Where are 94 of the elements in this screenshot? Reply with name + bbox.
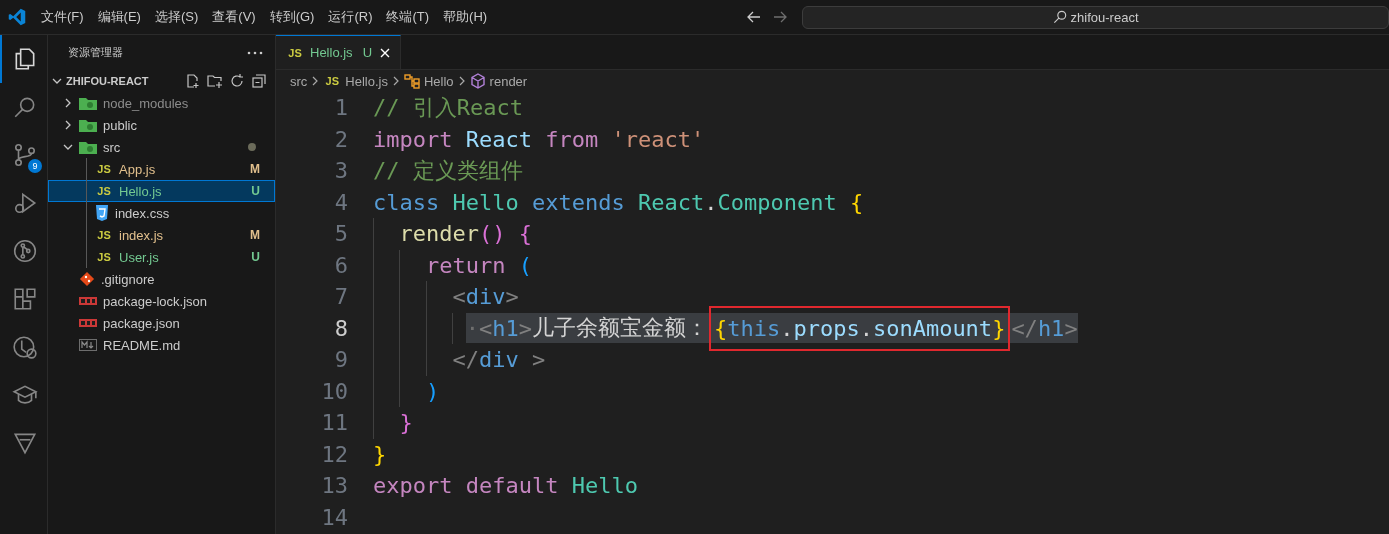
chevron-icon <box>63 97 73 108</box>
refresh-icon[interactable] <box>229 73 245 89</box>
count-badge: 9 <box>28 159 42 173</box>
code-line: class Hello extends React.Component { <box>373 189 864 215</box>
line-number: 8 <box>333 315 348 341</box>
line-number: 5 <box>333 221 348 247</box>
code-line: <div> <box>452 284 519 310</box>
menu-item[interactable]: 终端(T) <box>379 4 437 30</box>
folder-icon <box>79 140 97 154</box>
menu-item[interactable]: 帮助(H) <box>436 4 495 30</box>
back-arrow-icon[interactable] <box>746 9 763 25</box>
file-tree-item[interactable]: JS User.js U <box>48 246 275 268</box>
app-logo <box>8 8 26 26</box>
breadcrumb-item[interactable]: src <box>290 73 308 89</box>
line-number: 1 <box>333 95 348 121</box>
line-number: 11 <box>320 410 348 436</box>
chevron-icon <box>52 76 62 86</box>
git-graph-icon <box>11 238 38 264</box>
code-line: // 定义类组件 <box>373 156 523 185</box>
forward-arrow-icon[interactable] <box>772 9 789 25</box>
git-status-label: U <box>251 184 261 198</box>
code-line: } <box>373 441 387 467</box>
file-tree-item[interactable]: node_modules <box>48 92 275 114</box>
js-file-icon: JS <box>323 75 342 87</box>
line-number: 2 <box>333 126 348 152</box>
chevron-icon <box>311 76 320 86</box>
js-file-icon: JS <box>95 163 113 175</box>
code-line: render() { <box>399 221 532 247</box>
js-file-icon: JS <box>286 46 304 59</box>
js-file-icon: JS <box>95 251 113 263</box>
file-tree-item[interactable]: package.json <box>48 312 275 334</box>
menu-item[interactable]: 文件(F) <box>34 4 91 30</box>
folder-icon <box>79 96 97 110</box>
menu-item[interactable]: 转到(G) <box>262 4 322 30</box>
class-icon <box>403 73 420 89</box>
chevron-icon <box>457 76 466 86</box>
file-tree-item[interactable]: .gitignore <box>48 268 275 290</box>
file-tree-item[interactable]: JS index.js M <box>48 224 275 246</box>
file-tree-item[interactable]: JS Hello.js U <box>48 180 275 202</box>
chevron-icon <box>63 119 73 130</box>
line-number: 9 <box>333 347 348 373</box>
breadcrumb-item[interactable]: Hello <box>423 73 454 89</box>
git-status-label: M <box>250 162 261 176</box>
breadcrumb-item[interactable]: Hello.js <box>345 73 388 89</box>
npm-file-icon <box>79 297 97 305</box>
menu-item[interactable]: 编辑(E) <box>90 4 148 30</box>
file-tree-item[interactable]: package-lock.json <box>48 290 275 312</box>
git-status-label: U <box>251 250 261 264</box>
remote-explorer-icon <box>11 334 38 360</box>
search-icon <box>1052 10 1067 24</box>
code-line: return ( <box>425 252 532 278</box>
new-folder-icon[interactable] <box>207 73 223 89</box>
line-number: 13 <box>320 473 348 499</box>
menu-item[interactable]: 运行(R) <box>321 4 380 30</box>
menu-item[interactable]: 选择(S) <box>147 4 206 30</box>
chevron-icon <box>391 76 400 86</box>
editor-tab[interactable]: JS Hello.js U <box>276 35 401 69</box>
panel-title: 资源管理器 <box>68 45 123 60</box>
line-number: 3 <box>333 158 348 184</box>
folder-section-title[interactable]: ZHIFOU-REACT <box>66 75 149 87</box>
line-number: 14 <box>320 504 348 530</box>
file-tree-item[interactable]: public <box>48 114 275 136</box>
line-number: 4 <box>333 189 348 215</box>
line-number: 12 <box>320 441 348 467</box>
line-number: 7 <box>333 284 348 310</box>
file-tree-item[interactable]: src <box>48 136 275 158</box>
new-file-icon[interactable] <box>185 73 201 89</box>
js-file-icon: JS <box>95 229 113 241</box>
cube-icon <box>469 73 486 89</box>
line-number: 6 <box>333 252 348 278</box>
npm-file-icon <box>79 319 97 327</box>
git-status-label: M <box>250 228 261 242</box>
js-file-icon: JS <box>95 185 113 197</box>
search-field[interactable]: zhifou-react <box>802 5 1389 29</box>
file-tree-item[interactable]: JS App.js M <box>48 158 275 180</box>
file-tree-item[interactable]: index.css <box>48 202 275 224</box>
file-tree-item[interactable]: README.md <box>48 334 275 356</box>
code-line: // 引入React <box>373 93 523 122</box>
more-icon[interactable] <box>247 50 263 55</box>
activity-bar-item[interactable]: 9 <box>0 131 47 179</box>
extensions-icon <box>11 286 38 312</box>
markdown-file-icon <box>79 339 97 351</box>
code-line: export default Hello <box>373 473 638 499</box>
menu-item[interactable]: 查看(V) <box>205 4 263 30</box>
code-line: import React from 'react' <box>373 126 705 152</box>
collapse-all-icon[interactable] <box>251 73 267 89</box>
line-number: 10 <box>320 378 348 404</box>
breadcrumb-item[interactable]: render <box>489 73 528 89</box>
css-file-icon <box>95 205 109 221</box>
code-line: } <box>399 410 413 436</box>
git-status-label: U <box>362 45 372 60</box>
code-line: ) <box>425 378 440 404</box>
code-line: </div > <box>452 347 546 373</box>
folder-icon <box>79 118 97 132</box>
